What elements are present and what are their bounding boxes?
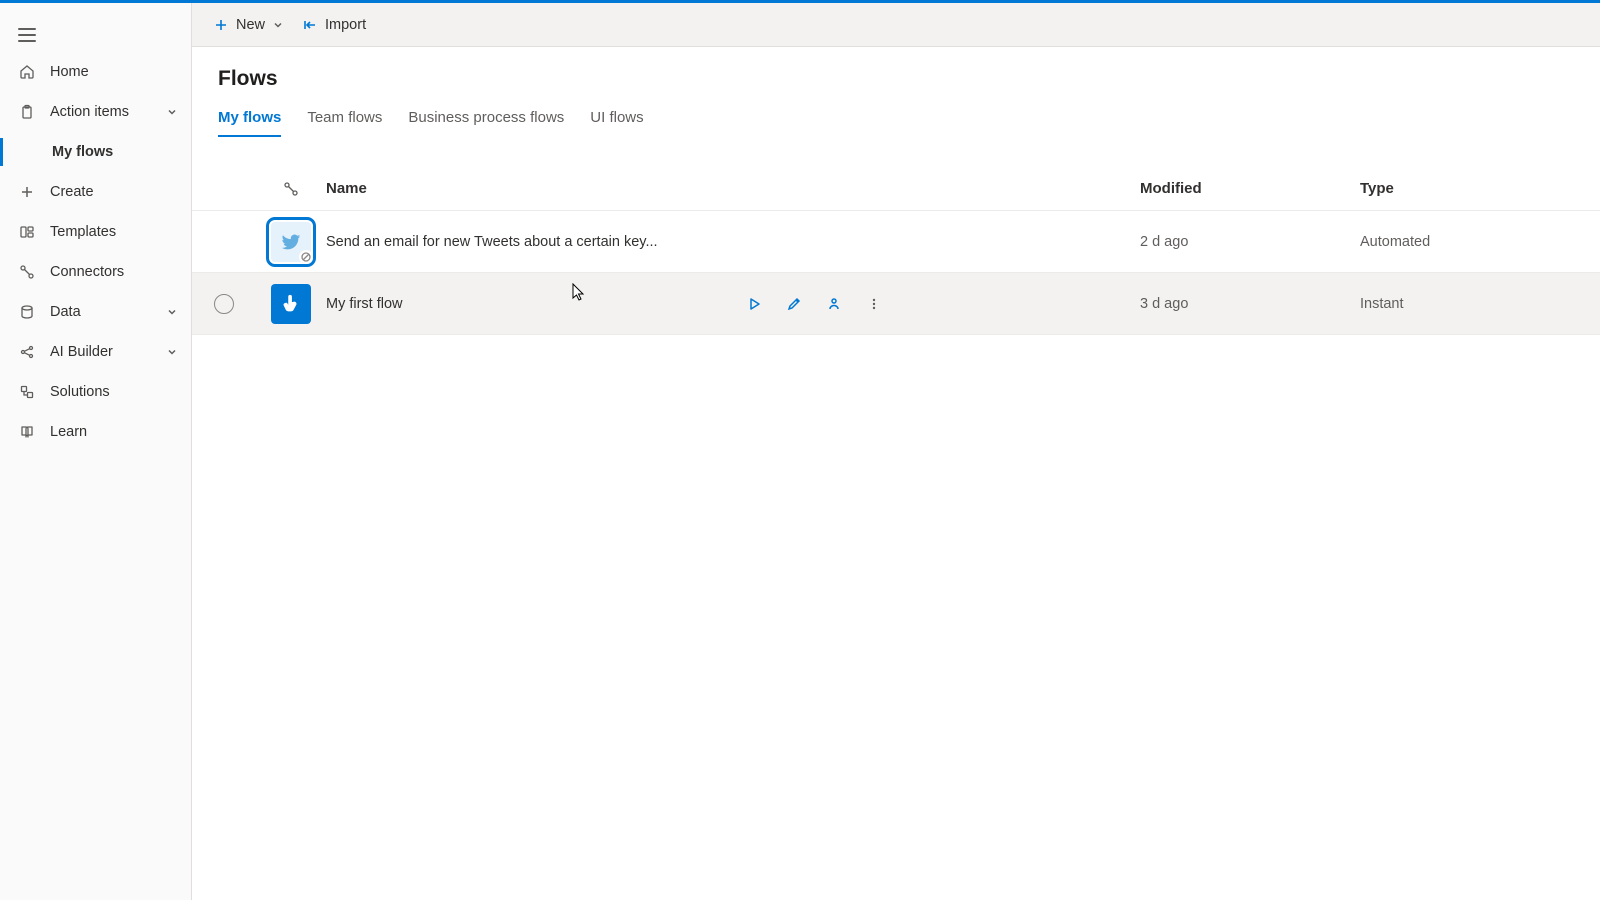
- row-actions: [415, 294, 908, 314]
- chevron-down-icon: [273, 20, 283, 30]
- home-icon: [18, 63, 36, 81]
- disabled-badge-icon: [299, 250, 313, 264]
- sidebar-item-connectors[interactable]: Connectors: [0, 252, 191, 292]
- chevron-down-icon: [165, 305, 179, 319]
- sidebar-item-label: Connectors: [50, 264, 179, 280]
- tab-strip: My flows Team flows Business process flo…: [218, 101, 1574, 137]
- flow-name[interactable]: Send an email for new Tweets about a cer…: [326, 234, 658, 250]
- new-button-label: New: [236, 17, 265, 33]
- flow-type-column-icon: [256, 181, 326, 197]
- flow-type: Automated: [1360, 234, 1600, 250]
- main-content: New Import Flows My flows Team flows Bus…: [192, 3, 1600, 900]
- page-title: Flows: [218, 67, 1574, 91]
- touch-icon: [280, 293, 302, 315]
- sidebar-item-label: Solutions: [50, 384, 179, 400]
- tab-ui-flows[interactable]: UI flows: [590, 101, 643, 136]
- twitter-icon: [280, 231, 302, 253]
- solutions-icon: [18, 383, 36, 401]
- import-button-label: Import: [325, 17, 366, 33]
- tab-team-flows[interactable]: Team flows: [307, 101, 382, 136]
- tab-business-process-flows[interactable]: Business process flows: [408, 101, 564, 136]
- sidebar-item-label: Create: [50, 184, 179, 200]
- flow-type: Instant: [1360, 296, 1600, 312]
- column-header-type[interactable]: Type: [1360, 180, 1600, 197]
- learn-icon: [18, 423, 36, 441]
- sidebar-item-data[interactable]: Data: [0, 292, 191, 332]
- new-button[interactable]: New: [214, 17, 283, 33]
- share-button[interactable]: [824, 294, 844, 314]
- flow-name[interactable]: My first flow: [326, 296, 403, 312]
- clipboard-icon: [18, 103, 36, 121]
- import-button[interactable]: Import: [303, 17, 366, 33]
- run-button[interactable]: [744, 294, 764, 314]
- sidebar-item-home[interactable]: Home: [0, 52, 191, 92]
- sidebar-item-ai-builder[interactable]: AI Builder: [0, 332, 191, 372]
- table-row[interactable]: Send an email for new Tweets about a cer…: [192, 211, 1600, 273]
- hamburger-menu-button[interactable]: [18, 28, 36, 42]
- table-header-row: Name Modified Type: [192, 167, 1600, 211]
- sidebar-item-my-flows[interactable]: My flows: [0, 132, 191, 172]
- plus-icon: [214, 18, 228, 32]
- connectors-icon: [18, 263, 36, 281]
- flow-icon-twitter: [271, 222, 311, 262]
- sidebar-item-learn[interactable]: Learn: [0, 412, 191, 452]
- sidebar-item-label: AI Builder: [50, 344, 151, 360]
- sidebar-item-create[interactable]: Create: [0, 172, 191, 212]
- import-icon: [303, 18, 317, 32]
- sidebar-item-templates[interactable]: Templates: [0, 212, 191, 252]
- chevron-down-icon: [165, 345, 179, 359]
- sidebar-item-label: Data: [50, 304, 151, 320]
- sidebar-item-label: Home: [50, 64, 179, 80]
- table-row[interactable]: My first flow: [192, 273, 1600, 335]
- ai-builder-icon: [18, 343, 36, 361]
- sidebar-item-label: Templates: [50, 224, 179, 240]
- templates-icon: [18, 223, 36, 241]
- plus-icon: [18, 183, 36, 201]
- flow-modified: 2 d ago: [1140, 234, 1360, 250]
- sidebar: Home Action items My flows Create Templa: [0, 3, 192, 900]
- data-icon: [18, 303, 36, 321]
- tab-my-flows[interactable]: My flows: [218, 101, 281, 136]
- sidebar-item-label: My flows: [52, 144, 179, 160]
- edit-button[interactable]: [784, 294, 804, 314]
- column-header-modified[interactable]: Modified: [1140, 180, 1360, 197]
- more-button[interactable]: [864, 294, 884, 314]
- sidebar-item-label: Learn: [50, 424, 179, 440]
- sidebar-item-label: Action items: [50, 104, 151, 120]
- flows-table: Name Modified Type: [192, 167, 1600, 335]
- command-bar: New Import: [192, 3, 1600, 47]
- flow-icon-manual: [271, 284, 311, 324]
- sidebar-item-solutions[interactable]: Solutions: [0, 372, 191, 412]
- chevron-down-icon: [165, 105, 179, 119]
- column-header-name[interactable]: Name: [326, 180, 920, 197]
- sidebar-item-action-items[interactable]: Action items: [0, 92, 191, 132]
- flow-modified: 3 d ago: [1140, 296, 1360, 312]
- row-select-checkbox[interactable]: [214, 294, 234, 314]
